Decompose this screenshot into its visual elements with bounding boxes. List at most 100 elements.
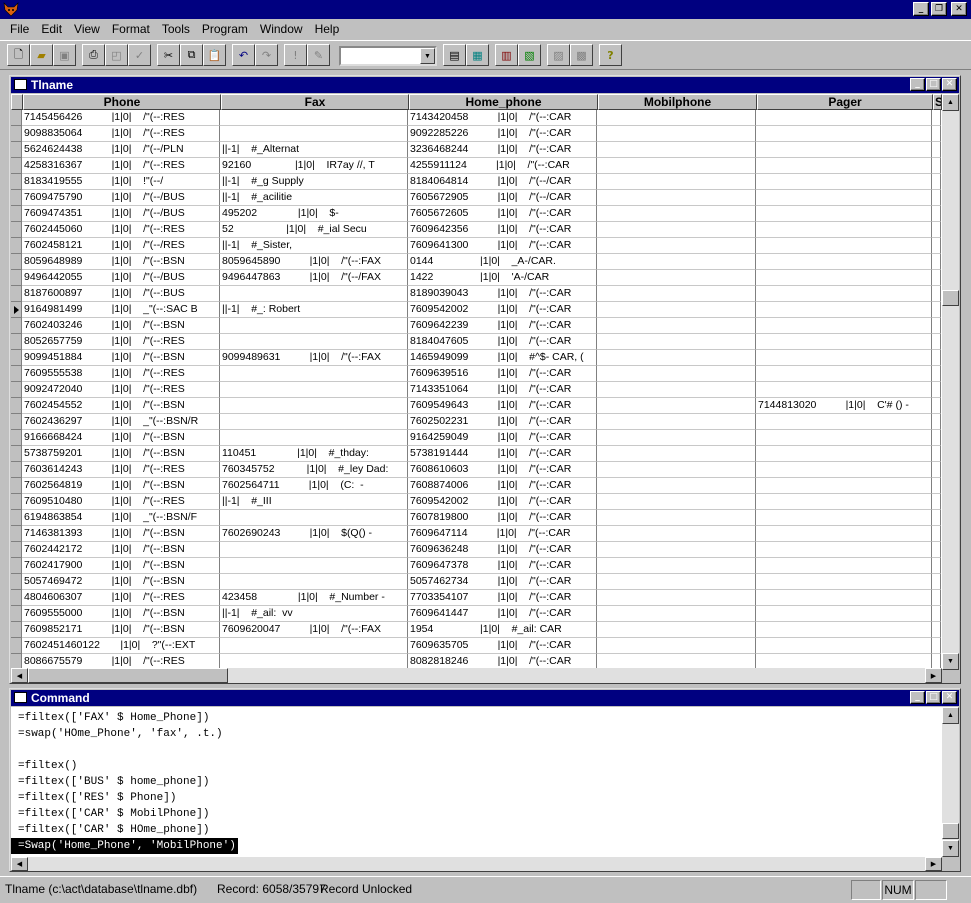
cell-pager[interactable]: [756, 238, 932, 254]
cell-pager[interactable]: [756, 206, 932, 222]
cell-pager[interactable]: [756, 478, 932, 494]
cell-s[interactable]: [932, 574, 941, 590]
browse-close-button[interactable]: ✕: [942, 78, 957, 91]
cell-mobilphone[interactable]: [597, 302, 756, 318]
row-selector[interactable]: [11, 574, 22, 590]
cell-home-phone[interactable]: 7602502231 |1|0| /"(--:CAR: [408, 414, 597, 430]
cell-pager[interactable]: [756, 158, 932, 174]
cell-pager[interactable]: 7144813020 |1|0| C'# () -: [756, 398, 932, 414]
cell-phone[interactable]: 7145456426 |1|0| /"(--:RES: [22, 110, 220, 126]
cell-home-phone[interactable]: 7703354107 |1|0| /"(--:CAR: [408, 590, 597, 606]
menu-tools[interactable]: Tools: [156, 22, 196, 36]
cell-phone[interactable]: 5738759201 |1|0| /"(--:BSN: [22, 446, 220, 462]
cell-phone[interactable]: 9098835064 |1|0| /"(--:RES: [22, 126, 220, 142]
table-row[interactable]: 8187600897 |1|0| /"(--:BUS 8189039043 |1|…: [11, 286, 942, 302]
cell-phone[interactable]: 7602436297 |1|0| _"(--:BSN/R: [22, 414, 220, 430]
cell-fax[interactable]: [220, 382, 408, 398]
row-selector[interactable]: [11, 510, 22, 526]
command-line[interactable]: =filtex(): [11, 758, 942, 774]
header-fax[interactable]: Fax: [221, 94, 409, 110]
table-row[interactable]: 9164981499 |1|0| _"(--:SAC B ||-1| #_: Ro…: [11, 302, 942, 318]
browse-minimize-button[interactable]: _: [910, 78, 925, 91]
cell-mobilphone[interactable]: [597, 478, 756, 494]
cell-home-phone[interactable]: 7609542002 |1|0| /"(--:CAR: [408, 494, 597, 510]
print-button[interactable]: ⎙: [82, 44, 105, 66]
scroll-left-button[interactable]: ◀: [11, 668, 28, 683]
cell-pager[interactable]: [756, 334, 932, 350]
table-row[interactable]: 7603614243 |1|0| /"(--:RES 760345752 |1|0…: [11, 462, 942, 478]
cell-fax[interactable]: 495202 |1|0| $-: [220, 206, 408, 222]
cell-home-phone[interactable]: 7609635705 |1|0| /"(--:CAR: [408, 638, 597, 654]
cell-s[interactable]: [932, 382, 941, 398]
cell-mobilphone[interactable]: [597, 590, 756, 606]
cell-fax[interactable]: [220, 542, 408, 558]
chevron-down-icon[interactable]: ▼: [420, 48, 435, 64]
row-selector[interactable]: [11, 158, 22, 174]
cell-home-phone[interactable]: 1422 |1|0| 'A-/CAR: [408, 270, 597, 286]
cell-pager[interactable]: [756, 126, 932, 142]
cell-phone[interactable]: 4804606307 |1|0| /"(--:RES: [22, 590, 220, 606]
header-home-phone[interactable]: Home_phone: [409, 94, 598, 110]
table-row[interactable]: 9166668424 |1|0| /"(--:BSN 9164259049 |1|…: [11, 430, 942, 446]
cell-mobilphone[interactable]: [597, 110, 756, 126]
row-selector[interactable]: [11, 238, 22, 254]
table-row[interactable]: 7602417900 |1|0| /"(--:BSN 7609647378 |1|…: [11, 558, 942, 574]
cell-phone[interactable]: 7602403246 |1|0| /"(--:BSN: [22, 318, 220, 334]
cell-phone[interactable]: 7602454552 |1|0| /"(--:BSN: [22, 398, 220, 414]
row-selector[interactable]: [11, 478, 22, 494]
cell-fax[interactable]: [220, 286, 408, 302]
menu-edit[interactable]: Edit: [35, 22, 68, 36]
copy-button[interactable]: ⧉: [180, 44, 203, 66]
table-row[interactable]: 5738759201 |1|0| /"(--:BSN 110451 |1|0| #…: [11, 446, 942, 462]
table-row[interactable]: 5057469472 |1|0| /"(--:BSN 5057462734 |1|…: [11, 574, 942, 590]
cell-s[interactable]: [932, 366, 941, 382]
cell-pager[interactable]: [756, 110, 932, 126]
cell-mobilphone[interactable]: [597, 334, 756, 350]
cell-s[interactable]: [932, 414, 941, 430]
scroll-right-button[interactable]: ▶: [925, 668, 942, 683]
scroll-up-button[interactable]: ▲: [942, 94, 959, 111]
cell-pager[interactable]: [756, 222, 932, 238]
cell-fax[interactable]: [220, 638, 408, 654]
cell-home-phone[interactable]: 4255911124 |1|0| /"(--:CAR: [408, 158, 597, 174]
cell-phone[interactable]: 7609555000 |1|0| /"(--:BSN: [22, 606, 220, 622]
table-row[interactable]: 4804606307 |1|0| /"(--:RES 423458 |1|0| #…: [11, 590, 942, 606]
cell-home-phone[interactable]: 7605672605 |1|0| /"(--:CAR: [408, 206, 597, 222]
cell-mobilphone[interactable]: [597, 190, 756, 206]
cell-mobilphone[interactable]: [597, 318, 756, 334]
cell-s[interactable]: [932, 510, 941, 526]
scroll-left-button[interactable]: ◀: [11, 857, 28, 871]
row-selector[interactable]: [11, 222, 22, 238]
command-line[interactable]: =filtex(['BUS' $ home_phone]): [11, 774, 942, 790]
cell-phone[interactable]: 8059648989 |1|0| /"(--:BSN: [22, 254, 220, 270]
cell-mobilphone[interactable]: [597, 238, 756, 254]
database-combo[interactable]: ▼: [339, 46, 437, 66]
cell-home-phone[interactable]: 7608610603 |1|0| /"(--:CAR: [408, 462, 597, 478]
cell-phone[interactable]: 7609555538 |1|0| /"(--:RES: [22, 366, 220, 382]
cell-phone[interactable]: 8187600897 |1|0| /"(--:BUS: [22, 286, 220, 302]
cell-phone[interactable]: 4258316367 |1|0| /"(--:RES: [22, 158, 220, 174]
form-design-button[interactable]: ▤: [443, 44, 466, 66]
label-button[interactable]: ▧: [518, 44, 541, 66]
header-mobilphone[interactable]: Mobilphone: [598, 94, 757, 110]
cell-home-phone[interactable]: 8189039043 |1|0| /"(--:CAR: [408, 286, 597, 302]
cell-pager[interactable]: [756, 542, 932, 558]
cell-fax[interactable]: ||-1| #_Sister,: [220, 238, 408, 254]
cell-s[interactable]: [932, 606, 941, 622]
cell-home-phone[interactable]: 8184047605 |1|0| /"(--:CAR: [408, 334, 597, 350]
command-vertical-scrollbar[interactable]: ▲ ▼: [942, 707, 959, 857]
spell-check-button[interactable]: ✓: [128, 44, 151, 66]
cell-s[interactable]: [932, 478, 941, 494]
cell-fax[interactable]: [220, 126, 408, 142]
cell-phone[interactable]: 7602564819 |1|0| /"(--:BSN: [22, 478, 220, 494]
cell-pager[interactable]: [756, 174, 932, 190]
row-selector[interactable]: [11, 414, 22, 430]
cell-mobilphone[interactable]: [597, 414, 756, 430]
current-record-indicator[interactable]: [11, 302, 22, 318]
table-row[interactable]: 7609852171 |1|0| /"(--:BSN 7609620047 |1|…: [11, 622, 942, 638]
cell-home-phone[interactable]: 1465949099 |1|0| #^$- CAR, (: [408, 350, 597, 366]
cell-home-phone[interactable]: 7609639516 |1|0| /"(--:CAR: [408, 366, 597, 382]
cell-home-phone[interactable]: 7143420458 |1|0| /"(--:CAR: [408, 110, 597, 126]
cell-s[interactable]: [932, 190, 941, 206]
cell-mobilphone[interactable]: [597, 286, 756, 302]
